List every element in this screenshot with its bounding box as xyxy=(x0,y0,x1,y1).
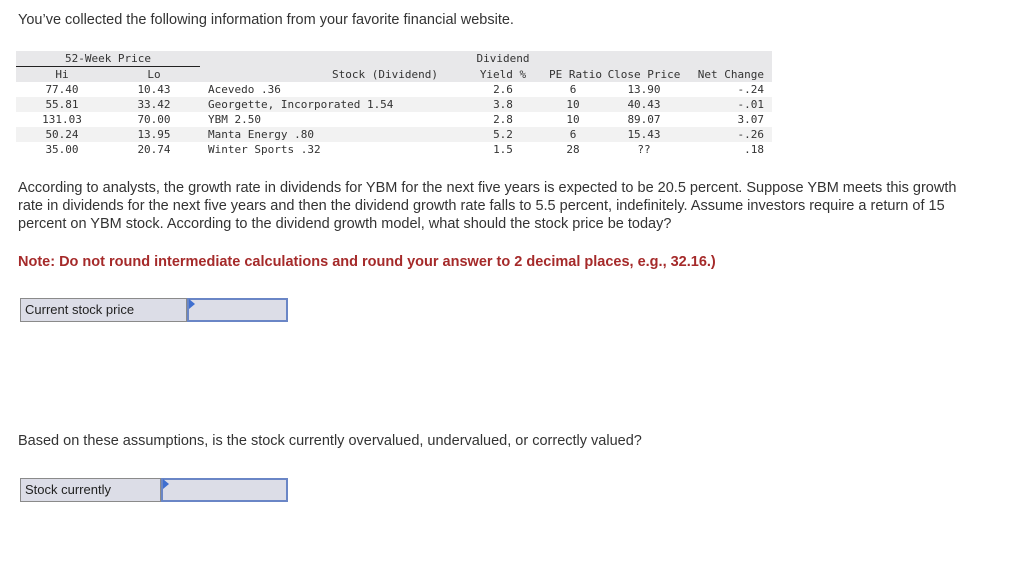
current-stock-price-row: Current stock price xyxy=(20,298,288,322)
cell-stock: Winter Sports .32 xyxy=(208,143,321,156)
cell-net: 3.07 xyxy=(737,113,765,126)
intro-text: You’ve collected the following informati… xyxy=(18,12,514,28)
cell-yield: 5.2 xyxy=(493,128,513,141)
table-row: 35.00 20.74 Winter Sports .32 1.5 28 ?? … xyxy=(16,142,772,157)
input-marker-icon xyxy=(189,299,195,309)
cell-hi: 55.81 xyxy=(45,98,79,111)
header-close: Close Price xyxy=(607,67,681,81)
cell-yield: 2.6 xyxy=(493,83,513,96)
table-row: 55.81 33.42 Georgette, Incorporated 1.54… xyxy=(16,97,772,112)
cell-close: ?? xyxy=(637,143,651,156)
cell-yield: 3.8 xyxy=(493,98,513,111)
header-dividend: Dividend xyxy=(476,52,530,66)
cell-pe: 10 xyxy=(566,113,580,126)
cell-lo: 70.00 xyxy=(137,113,171,126)
cell-close: 89.07 xyxy=(627,113,661,126)
cell-lo: 13.95 xyxy=(137,128,171,141)
current-stock-price-label: Current stock price xyxy=(21,299,187,321)
cell-pe: 28 xyxy=(566,143,580,156)
cell-lo: 20.74 xyxy=(137,143,171,156)
cell-pe: 6 xyxy=(569,83,577,96)
stock-currently-label: Stock currently xyxy=(21,479,161,501)
header-stock: Stock (Dividend) xyxy=(332,67,438,81)
cell-stock: Manta Energy .80 xyxy=(208,128,314,141)
table-row: 77.40 10.43 Acevedo .36 2.6 6 13.90 -.24 xyxy=(16,82,772,97)
cell-hi: 50.24 xyxy=(45,128,79,141)
cell-hi: 131.03 xyxy=(42,113,82,126)
stock-currently-field[interactable] xyxy=(161,478,288,502)
cell-pe: 10 xyxy=(566,98,580,111)
cell-net: -.01 xyxy=(737,98,765,111)
current-stock-price-field[interactable] xyxy=(187,298,288,322)
stock-currently-row: Stock currently xyxy=(20,478,288,502)
cell-pe: 6 xyxy=(569,128,577,141)
table-header-row-2: Hi Lo Stock (Dividend) Yield % PE Ratio … xyxy=(16,66,772,82)
cell-lo: 10.43 xyxy=(137,83,171,96)
table-row: 131.03 70.00 YBM 2.50 2.8 10 89.07 3.07 xyxy=(16,112,772,127)
stock-quote-table: 52-Week Price Dividend Hi Lo Stock (Divi… xyxy=(16,51,772,157)
header-net: Net Change xyxy=(697,67,764,81)
cell-stock: YBM 2.50 xyxy=(208,113,261,126)
valuation-question-text: Based on these assumptions, is the stock… xyxy=(18,433,642,449)
cell-stock: Acevedo .36 xyxy=(208,83,281,96)
cell-net: -.26 xyxy=(737,128,765,141)
current-stock-price-input[interactable] xyxy=(189,300,286,320)
cell-close: 15.43 xyxy=(627,128,661,141)
cell-net: -.24 xyxy=(737,83,765,96)
cell-stock: Georgette, Incorporated 1.54 xyxy=(208,98,394,111)
cell-net: .18 xyxy=(744,143,764,156)
stock-currently-input[interactable] xyxy=(163,480,286,500)
cell-hi: 77.40 xyxy=(45,83,79,96)
cell-close: 13.90 xyxy=(627,83,661,96)
cell-hi: 35.00 xyxy=(45,143,79,156)
header-yield: Yield % xyxy=(479,67,527,81)
rounding-note: Note: Do not round intermediate calculat… xyxy=(18,254,716,270)
header-hi: Hi xyxy=(55,68,69,81)
cell-yield: 1.5 xyxy=(493,143,513,156)
header-lo: Lo xyxy=(147,68,161,81)
header-pe: PE Ratio xyxy=(549,67,602,81)
header-52-week-price: 52-Week Price xyxy=(16,51,200,67)
table-row: 50.24 13.95 Manta Energy .80 5.2 6 15.43… xyxy=(16,127,772,142)
question-text: According to analysts, the growth rate i… xyxy=(18,180,957,232)
cell-lo: 33.42 xyxy=(137,98,171,111)
table-header-row-1: 52-Week Price Dividend xyxy=(16,51,772,67)
cell-close: 40.43 xyxy=(627,98,661,111)
input-marker-icon xyxy=(163,479,169,489)
cell-yield: 2.8 xyxy=(493,113,513,126)
